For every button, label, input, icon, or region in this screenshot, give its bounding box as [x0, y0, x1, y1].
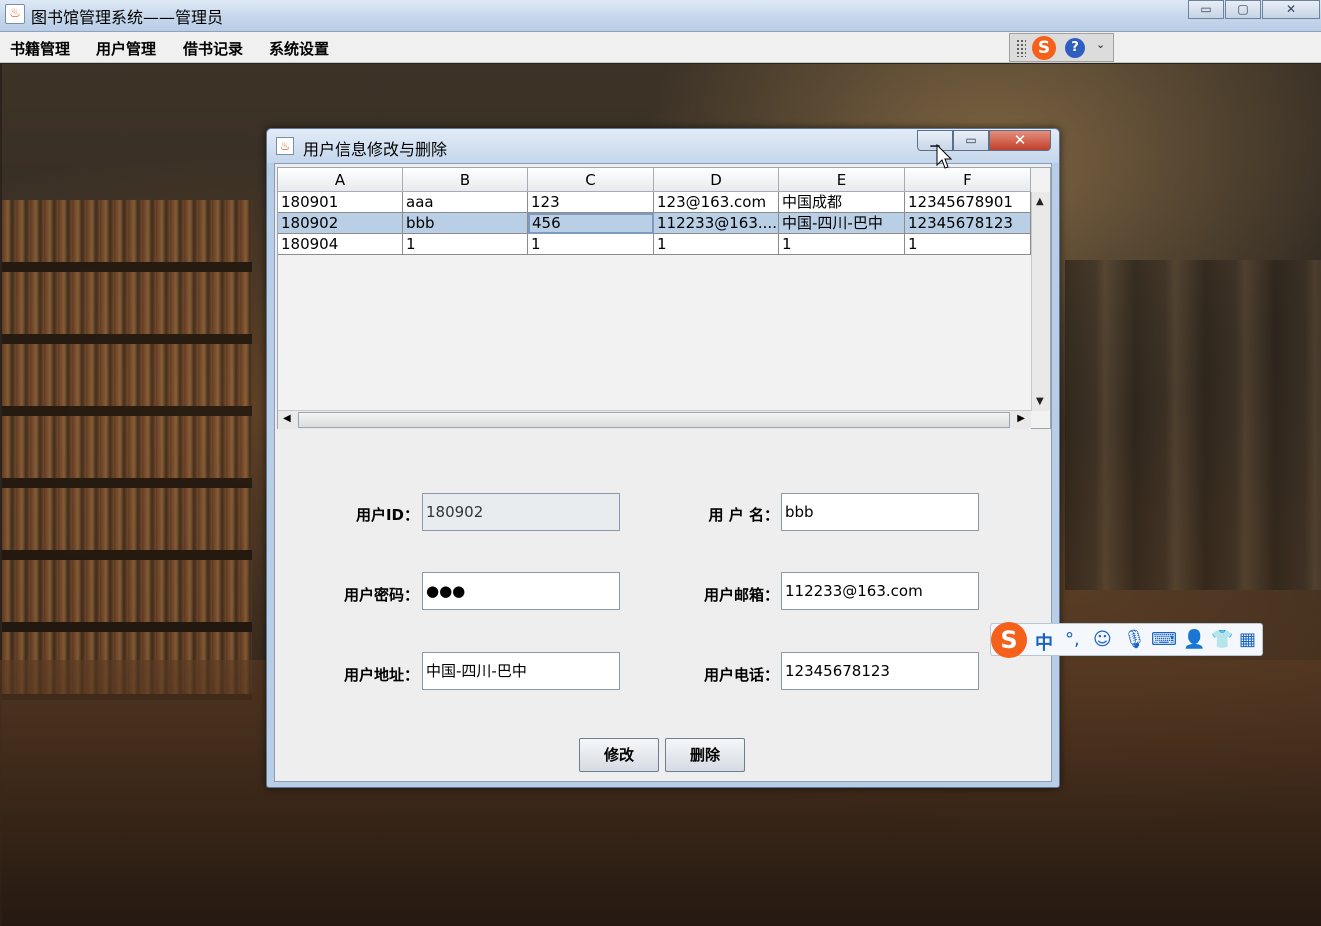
scrollbar-thumb[interactable]: [298, 412, 1010, 428]
grip-icon[interactable]: [1016, 39, 1026, 57]
email-input[interactable]: 112233@163.com: [781, 572, 979, 610]
table-cell[interactable]: 1: [403, 234, 528, 255]
mouse-cursor-icon: [936, 144, 952, 169]
table-cell[interactable]: 1: [528, 234, 654, 255]
column-header-f[interactable]: F: [905, 168, 1031, 192]
java-cup-icon: ♨: [276, 137, 294, 155]
menubar: 书籍管理 用户管理 借书记录 系统设置: [0, 32, 1321, 63]
table-cell-focused[interactable]: 456: [528, 213, 654, 234]
column-header-e[interactable]: E: [779, 168, 905, 192]
column-header-d[interactable]: D: [654, 168, 779, 192]
chevron-down-icon[interactable]: ⌄: [1096, 38, 1105, 51]
table-cell[interactable]: 1: [905, 234, 1031, 255]
maximize-button[interactable]: ▢: [1225, 0, 1261, 19]
ime-toolbar[interactable]: S ? ⌄: [1009, 33, 1114, 62]
scroll-down-icon[interactable]: ▼: [1036, 396, 1044, 407]
table-row[interactable]: 180901 aaa 123 123@163.com 中国成都 12345678…: [278, 192, 1031, 213]
address-input[interactable]: 中国-四川-巴中: [422, 652, 620, 690]
menu-book-management[interactable]: 书籍管理: [10, 38, 70, 59]
phone-label: 用户电话：: [703, 666, 779, 684]
background-arches-right: [1065, 260, 1321, 590]
smiley-icon[interactable]: ☺: [1093, 629, 1112, 650]
table-cell[interactable]: 1: [779, 234, 905, 255]
background-bookshelf-left: [2, 200, 252, 700]
table-cell[interactable]: 123: [528, 192, 654, 213]
email-label: 用户邮箱：: [703, 586, 779, 604]
username-input[interactable]: bbb: [781, 493, 979, 531]
user-table[interactable]: A B C D E F 180901 aaa 123 123@163.com 中…: [277, 167, 1051, 429]
menu-user-management[interactable]: 用户管理: [96, 38, 156, 59]
table-row[interactable]: 180904 1 1 1 1 1: [278, 234, 1031, 255]
user-id-label: 用户ID：: [355, 506, 419, 524]
help-icon[interactable]: ?: [1065, 38, 1085, 58]
table-cell[interactable]: 180901: [278, 192, 403, 213]
column-header-b[interactable]: B: [403, 168, 528, 192]
table-cell[interactable]: aaa: [403, 192, 528, 213]
column-header-a[interactable]: A: [278, 168, 403, 192]
scroll-left-icon[interactable]: ◀: [283, 413, 291, 424]
column-header-c[interactable]: C: [528, 168, 654, 192]
keyboard-icon[interactable]: ⌨: [1151, 629, 1177, 650]
dialog-close-button[interactable]: ✕: [989, 130, 1051, 151]
password-label: 用户密码：: [343, 586, 419, 604]
table-cell[interactable]: bbb: [403, 213, 528, 234]
table-cell[interactable]: 180902: [278, 213, 403, 234]
microphone-icon[interactable]: 🎙: [1123, 629, 1146, 650]
table-cell[interactable]: 112233@163....: [654, 213, 779, 234]
modify-button[interactable]: 修改: [579, 738, 659, 772]
dialog-body: A B C D E F 180901 aaa 123 123@163.com 中…: [274, 163, 1052, 782]
table-header: A B C D E F: [278, 168, 1031, 192]
user-edit-dialog: ♨ 用户信息修改与删除 ▁ ▭ ✕ A B C D E F 180901 aaa…: [266, 128, 1060, 788]
sogou-logo-icon[interactable]: S: [1032, 36, 1056, 60]
user-icon[interactable]: 👤: [1183, 629, 1205, 650]
ime-chinese-mode[interactable]: 中: [1035, 629, 1053, 655]
main-window-title: 图书馆管理系统——管理员: [31, 8, 224, 27]
table-cell[interactable]: 180904: [278, 234, 403, 255]
delete-button[interactable]: 删除: [665, 738, 745, 772]
close-button[interactable]: ✕: [1262, 0, 1320, 19]
shirt-icon[interactable]: 👕: [1211, 629, 1233, 650]
menu-system-settings[interactable]: 系统设置: [269, 38, 329, 59]
sogou-logo-icon[interactable]: S: [991, 622, 1027, 658]
user-id-field: 180902: [422, 493, 620, 531]
minimize-button[interactable]: ▭: [1188, 0, 1224, 19]
table-cell[interactable]: 123@163.com: [654, 192, 779, 213]
table-row-selected[interactable]: 180902 bbb 456 112233@163.... 中国-四川-巴中 1…: [278, 213, 1031, 234]
table-cell[interactable]: 1: [654, 234, 779, 255]
ime-punctuation[interactable]: °,: [1065, 629, 1080, 650]
ime-floating-bar[interactable]: S 中 °, ☺ 🎙 ⌨ 👤 👕 ▦: [990, 622, 1263, 658]
scroll-up-icon[interactable]: ▲: [1036, 196, 1044, 207]
menu-borrow-records[interactable]: 借书记录: [183, 38, 243, 59]
java-cup-icon: ♨: [5, 4, 25, 24]
table-body: 180901 aaa 123 123@163.com 中国成都 12345678…: [278, 192, 1031, 255]
address-label: 用户地址：: [343, 666, 419, 684]
grid-menu-icon[interactable]: ▦: [1239, 629, 1256, 650]
password-input[interactable]: ●●●: [422, 572, 620, 610]
table-cell[interactable]: 12345678901: [905, 192, 1031, 213]
table-cell[interactable]: 中国成都: [779, 192, 905, 213]
vertical-scrollbar[interactable]: ▲ ▼: [1031, 192, 1050, 411]
dialog-title: 用户信息修改与删除: [303, 140, 448, 159]
dialog-maximize-button[interactable]: ▭: [953, 130, 989, 151]
phone-input[interactable]: 12345678123: [781, 652, 979, 690]
scroll-right-icon[interactable]: ▶: [1017, 413, 1025, 424]
table-cell[interactable]: 中国-四川-巴中: [779, 213, 905, 234]
table-cell[interactable]: 12345678123: [905, 213, 1031, 234]
main-title-bar[interactable]: ♨ 图书馆管理系统——管理员 ▭ ▢ ✕: [0, 0, 1321, 32]
horizontal-scrollbar[interactable]: ◀ ▶: [278, 410, 1031, 429]
username-label: 用 户 名：: [708, 506, 779, 524]
